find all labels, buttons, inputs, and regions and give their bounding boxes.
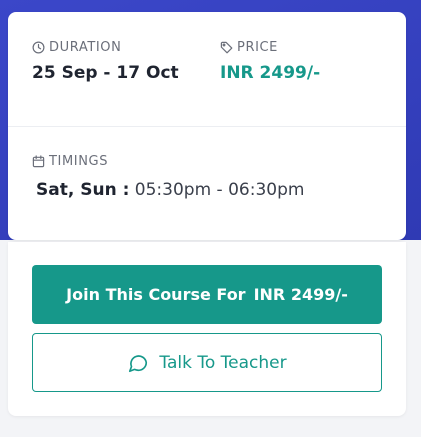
tag-icon <box>220 41 233 54</box>
join-button-price: INR 2499/- <box>253 285 348 304</box>
talk-button-label: Talk To Teacher <box>159 352 287 373</box>
timings-label-row: TIMINGS <box>32 154 304 169</box>
timings-value: Sat, Sun : 05:30pm - 06:30pm <box>32 180 304 200</box>
price-label-row: PRICE <box>220 40 320 55</box>
price-label: PRICE <box>237 40 278 55</box>
timings-hours: 05:30pm - 06:30pm <box>134 180 305 200</box>
duration-value: 25 Sep - 17 Oct <box>32 63 179 83</box>
calendar-icon <box>32 155 45 168</box>
duration-label-row: DURATION <box>32 40 179 55</box>
duration-block: DURATION 25 Sep - 17 Oct <box>32 40 179 83</box>
course-info-card: DURATION 25 Sep - 17 Oct PRICE INR 2499/… <box>8 12 406 240</box>
timings-days: Sat, Sun : <box>36 180 130 200</box>
join-button-label: Join This Course For <box>66 285 246 304</box>
timings-label: TIMINGS <box>49 154 109 169</box>
price-block: PRICE INR 2499/- <box>220 40 320 83</box>
clock-icon <box>32 41 45 54</box>
section-divider <box>8 126 406 127</box>
duration-label: DURATION <box>49 40 122 55</box>
timings-block: TIMINGS Sat, Sun : 05:30pm - 06:30pm <box>32 154 304 200</box>
talk-to-teacher-button[interactable]: Talk To Teacher <box>32 333 382 392</box>
join-course-button[interactable]: Join This Course For INR 2499/- <box>32 265 382 324</box>
chat-bubble-icon <box>127 352 149 374</box>
course-actions-card: Join This Course For INR 2499/- Talk To … <box>8 242 406 416</box>
price-value: INR 2499/- <box>220 63 321 83</box>
